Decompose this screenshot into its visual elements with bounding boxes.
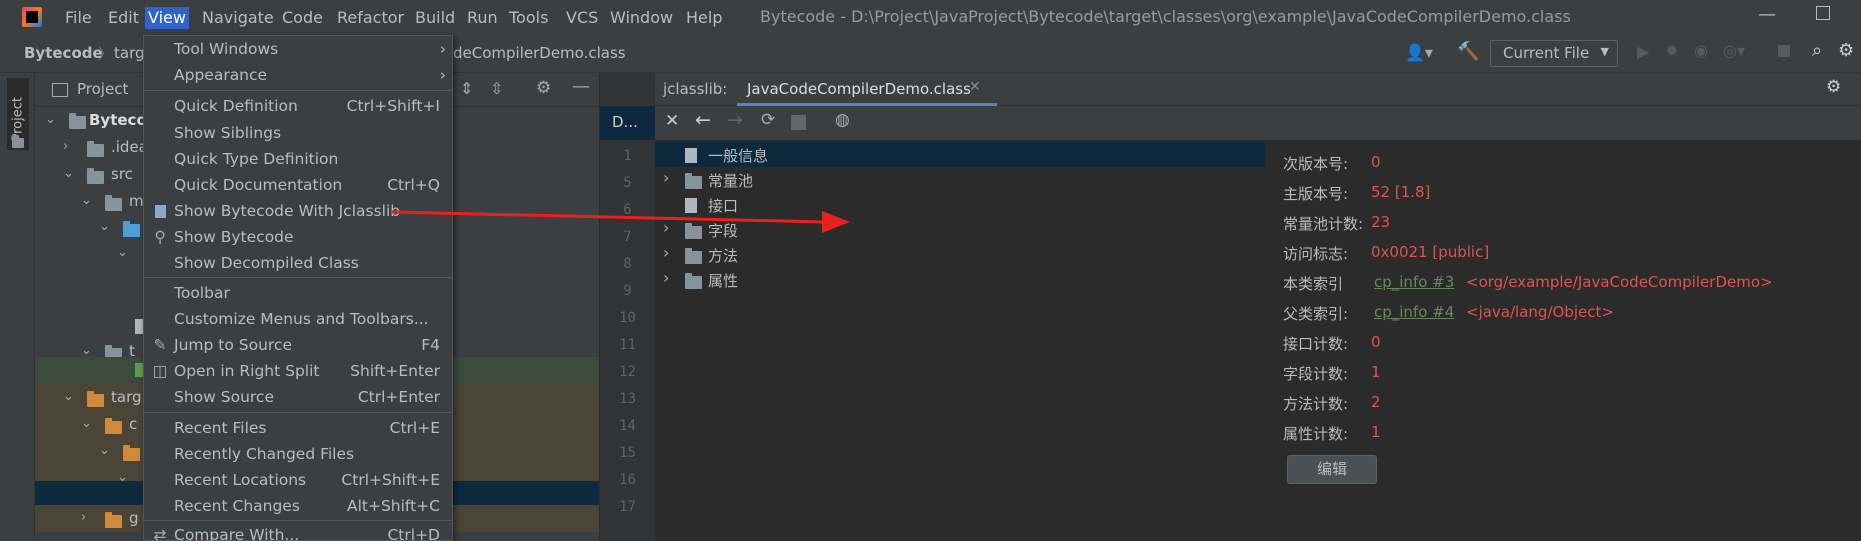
annotation-arrow	[391, 210, 850, 233]
